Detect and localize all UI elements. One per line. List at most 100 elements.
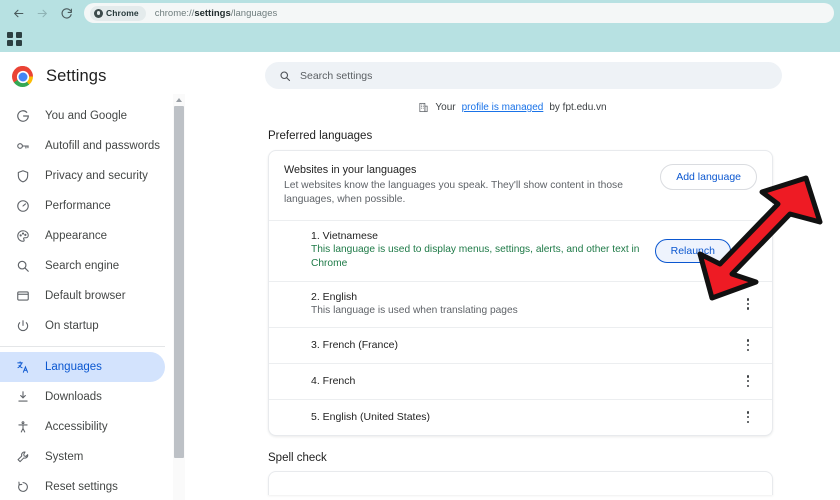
- sidebar-item-downloads[interactable]: Downloads: [0, 382, 165, 412]
- chrome-scope-pill[interactable]: Chrome: [90, 5, 146, 21]
- sidebar-item-search-engine[interactable]: Search engine: [0, 251, 165, 281]
- language-description: This language is used when translating p…: [311, 304, 518, 316]
- apps-grid-icon[interactable]: [7, 31, 22, 47]
- table-row[interactable]: 4. French: [269, 362, 772, 399]
- add-language-button[interactable]: Add language: [660, 164, 757, 190]
- sidebar-divider: [0, 346, 165, 347]
- url-text: chrome://settings/languages: [155, 8, 278, 19]
- chrome-settings-icon: [94, 8, 103, 18]
- sidebar-item-on-startup[interactable]: On startup: [0, 311, 165, 341]
- scrollbar-thumb[interactable]: [174, 106, 184, 458]
- sidebar-item-reset-settings[interactable]: Reset settings: [0, 472, 165, 500]
- search-icon: [14, 258, 31, 275]
- websites-languages-header: Websites in your languages Let websites …: [269, 151, 772, 220]
- kebab-menu-icon[interactable]: [737, 339, 759, 351]
- search-section: Search settings: [185, 52, 840, 89]
- settings-sidebar: Settings You and Google Autofill and pas…: [0, 52, 185, 500]
- language-info: 3. French (France): [311, 339, 737, 351]
- sidebar-scrollbar[interactable]: [173, 94, 185, 500]
- spell-check-card: [268, 470, 773, 495]
- back-button[interactable]: [6, 2, 30, 24]
- table-row[interactable]: 5. English (United States): [269, 398, 772, 435]
- language-info: 5. English (United States): [311, 411, 737, 423]
- sidebar-item-privacy[interactable]: Privacy and security: [0, 161, 165, 191]
- search-settings-bar[interactable]: Search settings: [265, 62, 782, 89]
- sidebar-item-label: Reset settings: [45, 481, 118, 493]
- managed-suffix: by fpt.edu.vn: [549, 102, 607, 113]
- preferred-languages-heading: Preferred languages: [268, 130, 373, 142]
- table-row[interactable]: 1. Vietnamese This language is used to d…: [269, 220, 772, 280]
- sidebar-item-you-and-google[interactable]: You and Google: [0, 101, 165, 131]
- spell-check-heading: Spell check: [268, 451, 327, 464]
- sidebar-item-label: Languages: [45, 361, 102, 373]
- websites-languages-title: Websites in your languages: [284, 164, 417, 176]
- managed-profile-notice: Your profile is managed by fpt.edu.vn: [185, 102, 840, 113]
- search-icon: [279, 70, 291, 82]
- address-bar[interactable]: Chrome chrome://settings/languages: [84, 3, 834, 23]
- sidebar-item-appearance[interactable]: Appearance: [0, 221, 165, 251]
- kebab-menu-icon[interactable]: [737, 245, 759, 257]
- sidebar-item-label: Search engine: [45, 260, 120, 272]
- sidebar-item-label: On startup: [45, 320, 99, 332]
- reload-icon: [60, 7, 73, 20]
- building-icon: [418, 102, 429, 113]
- forward-arrow-icon: [36, 7, 49, 20]
- url-host: settings: [194, 7, 231, 19]
- language-name: 4. French: [311, 375, 356, 388]
- table-row[interactable]: 3. French (France): [269, 326, 772, 363]
- sidebar-item-autofill[interactable]: Autofill and passwords: [0, 131, 165, 161]
- sidebar-nav: You and Google Autofill and passwords Pr…: [0, 99, 175, 500]
- search-input[interactable]: Search settings: [300, 70, 372, 82]
- sidebar-item-label: You and Google: [45, 110, 128, 122]
- sidebar-item-default-browser[interactable]: Default browser: [0, 281, 165, 311]
- sidebar-item-performance[interactable]: Performance: [0, 191, 165, 221]
- sidebar-item-label: Performance: [45, 200, 111, 212]
- sidebar-item-label: Downloads: [45, 391, 102, 403]
- url-prefix: chrome://: [154, 7, 195, 19]
- language-info: 4. French: [311, 375, 737, 387]
- sidebar-item-accessibility[interactable]: Accessibility: [0, 412, 165, 442]
- language-name: 2. English: [311, 290, 358, 303]
- sidebar-item-label: Default browser: [45, 290, 126, 302]
- sidebar-item-system[interactable]: System: [0, 442, 165, 472]
- shield-icon: [14, 168, 31, 185]
- sidebar-item-label: Privacy and security: [45, 170, 148, 182]
- sidebar-item-label: Autofill and passwords: [45, 140, 161, 152]
- sidebar-item-label: Accessibility: [45, 421, 108, 433]
- forward-button[interactable]: [30, 2, 54, 24]
- speedometer-icon: [14, 198, 31, 215]
- table-row[interactable]: 2. English This language is used when tr…: [269, 280, 772, 327]
- url-path: /languages: [230, 7, 278, 19]
- kebab-menu-icon[interactable]: [737, 298, 759, 310]
- language-name: 3. French (France): [311, 339, 398, 352]
- back-arrow-icon: [12, 7, 25, 20]
- kebab-menu-icon[interactable]: [737, 375, 759, 387]
- scroll-up-arrow-icon[interactable]: [173, 94, 185, 105]
- page-title: Settings: [46, 67, 107, 85]
- bookmarks-bar: [0, 26, 840, 52]
- power-icon: [14, 318, 31, 335]
- settings-page: Settings You and Google Autofill and pas…: [0, 52, 840, 500]
- preferred-languages-card: Websites in your languages Let websites …: [268, 150, 773, 436]
- managed-profile-link[interactable]: profile is managed: [462, 102, 544, 113]
- relaunch-button[interactable]: Relaunch: [654, 238, 731, 263]
- managed-prefix: Your: [435, 102, 456, 113]
- language-description: This language is used to display menus, …: [311, 244, 640, 270]
- browser-toolbar: Chrome chrome://settings/languages: [0, 0, 840, 26]
- websites-languages-text: Websites in your languages Let websites …: [284, 164, 660, 207]
- download-icon: [14, 389, 31, 406]
- settings-brand: Settings: [0, 52, 175, 99]
- wrench-icon: [14, 449, 31, 466]
- accessibility-icon: [14, 419, 31, 436]
- kebab-menu-icon[interactable]: [737, 411, 759, 423]
- reload-button[interactable]: [54, 2, 78, 24]
- key-icon: [14, 138, 31, 155]
- chrome-scope-label: Chrome: [106, 8, 139, 18]
- google-g-icon: [14, 108, 31, 125]
- language-info: 2. English This language is used when tr…: [311, 291, 737, 318]
- websites-languages-subtitle: Let websites know the languages you spea…: [284, 180, 623, 206]
- settings-content: Search settings Your profile is managed …: [185, 52, 840, 500]
- sidebar-item-languages[interactable]: Languages: [0, 352, 165, 382]
- sidebar-item-label: Appearance: [45, 230, 108, 242]
- language-info: 1. Vietnamese This language is used to d…: [311, 230, 655, 271]
